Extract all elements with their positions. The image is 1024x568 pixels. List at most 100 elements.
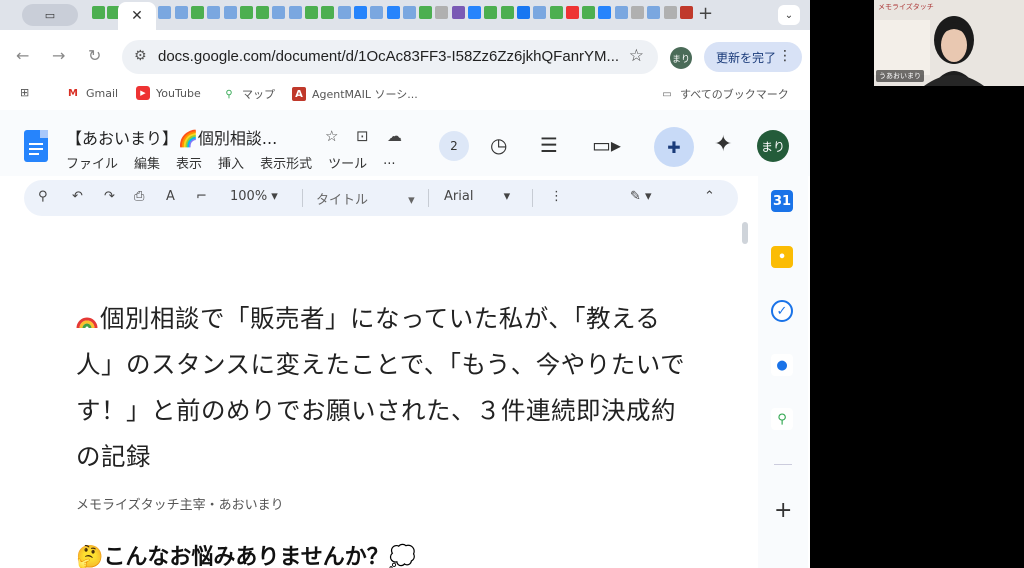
bookmark-agentmail[interactable]: A AgentMAIL ソーシ... bbox=[292, 86, 418, 102]
pinned-tab-favicon[interactable] bbox=[663, 6, 677, 19]
reload-icon[interactable]: ↻ bbox=[88, 46, 101, 65]
pinned-tab-favicon[interactable] bbox=[321, 6, 335, 19]
site-info-icon[interactable]: ⚙ bbox=[134, 48, 147, 64]
chevron-down-icon: ▾ bbox=[408, 193, 415, 208]
pinned-tab-favicon[interactable] bbox=[516, 6, 530, 19]
pinned-tab-favicon[interactable] bbox=[598, 6, 612, 19]
address-bar[interactable]: ⚙ docs.google.com/document/d/1OcAc83FF3-… bbox=[122, 40, 658, 74]
pinned-tab-favicon[interactable] bbox=[419, 6, 433, 19]
menu-insert[interactable]: 挿入 bbox=[218, 153, 244, 172]
pinned-tab-favicon[interactable] bbox=[533, 6, 547, 19]
search-menus-icon[interactable]: ⚲ bbox=[38, 189, 48, 204]
google-docs-icon[interactable] bbox=[24, 130, 48, 162]
add-addon-icon[interactable]: + bbox=[774, 498, 792, 523]
document-author[interactable]: メモライズタッチ主宰・あおいまり bbox=[76, 494, 696, 513]
heading-text: 個別相談で「販売者」になっていた私が、「教える人」のスタンスに変えたことで、「も… bbox=[76, 304, 686, 471]
editing-mode-icon[interactable]: ✎ ▾ bbox=[630, 189, 652, 204]
comments-icon[interactable]: ☰ bbox=[540, 133, 558, 157]
keep-icon[interactable]: • bbox=[771, 246, 793, 268]
pinned-tab-favicon[interactable] bbox=[500, 6, 514, 19]
menu-more[interactable]: ... bbox=[383, 153, 395, 172]
apps-icon[interactable]: ⊞ bbox=[20, 86, 29, 99]
collaborators-badge[interactable]: 2 bbox=[439, 131, 469, 161]
pinned-tab-favicon[interactable] bbox=[484, 6, 498, 19]
pinned-tab-favicon[interactable] bbox=[305, 6, 318, 19]
close-tab-icon[interactable]: ✕ bbox=[131, 8, 143, 24]
undo-icon[interactable]: ↶ bbox=[72, 189, 83, 204]
pinned-tab-favicon[interactable] bbox=[239, 6, 253, 19]
menu-format[interactable]: 表示形式 bbox=[260, 153, 312, 172]
pinned-tab-favicon[interactable] bbox=[631, 6, 644, 19]
pinned-tab-favicon[interactable] bbox=[468, 6, 481, 19]
pinned-tab-favicon[interactable] bbox=[435, 6, 449, 19]
pinned-tab-favicon[interactable] bbox=[402, 6, 416, 19]
pinned-tab-favicon[interactable] bbox=[549, 6, 563, 19]
document-subheading[interactable]: 🤔こんなお悩みありませんか？💭 bbox=[76, 539, 696, 568]
pinned-tab-favicon[interactable] bbox=[207, 6, 221, 19]
style-select[interactable]: タイトル ▾ bbox=[316, 189, 415, 208]
pinned-tab-favicon[interactable] bbox=[679, 6, 693, 19]
pinned-tab-favicon[interactable] bbox=[582, 6, 596, 19]
tab-search-button[interactable]: ▭ bbox=[22, 4, 78, 26]
maps-icon[interactable]: ⚲ bbox=[771, 408, 793, 430]
cloud-status-icon[interactable]: ☁ bbox=[387, 127, 402, 145]
update-button[interactable]: 更新を完了 ⋮ bbox=[704, 42, 802, 72]
collapse-toolbar-icon[interactable]: ⌃ bbox=[704, 189, 715, 204]
scrollbar[interactable] bbox=[742, 222, 748, 244]
bookmark-youtube[interactable]: ▶ YouTube bbox=[136, 86, 201, 100]
pinned-tab-favicon[interactable] bbox=[386, 6, 400, 19]
document-title[interactable]: 【あおいまり】🌈個別相談... bbox=[66, 125, 277, 149]
pinned-tab-favicon[interactable] bbox=[223, 6, 237, 19]
active-tab[interactable]: ✕ bbox=[118, 2, 156, 30]
pinned-tab-favicon[interactable] bbox=[451, 6, 465, 19]
tab-list-button[interactable]: ⌄ bbox=[778, 5, 800, 25]
pinned-tab-favicon[interactable] bbox=[353, 6, 367, 19]
all-bookmarks-folder[interactable]: ▭ すべてのブックマーク bbox=[660, 86, 789, 102]
redo-icon[interactable]: ↷ bbox=[104, 189, 115, 204]
pinned-tab-favicon[interactable] bbox=[614, 6, 628, 19]
user-avatar[interactable]: まり bbox=[757, 130, 789, 162]
more-icon[interactable]: ⋮ bbox=[778, 48, 792, 64]
contacts-icon[interactable]: ● bbox=[771, 354, 793, 376]
address-url[interactable]: docs.google.com/document/d/1OcAc83FF3-I5… bbox=[158, 48, 619, 65]
paint-format-icon[interactable]: ⌐ bbox=[196, 189, 207, 204]
star-icon[interactable]: ☆ bbox=[325, 127, 338, 145]
bookmark-star-icon[interactable]: ☆ bbox=[629, 46, 644, 66]
pinned-tab-favicon[interactable] bbox=[565, 6, 579, 19]
meet-video-icon[interactable]: ▭▸ bbox=[592, 133, 621, 157]
pinned-tab-favicon[interactable] bbox=[272, 6, 286, 19]
pinned-tab-favicon[interactable] bbox=[92, 6, 105, 19]
profile-avatar[interactable]: まり bbox=[670, 47, 692, 69]
calendar-icon[interactable]: 31 bbox=[771, 190, 793, 212]
document-heading[interactable]: 個別相談で「販売者」になっていた私が、「教える人」のスタンスに変えたことで、「も… bbox=[76, 296, 696, 480]
document-body[interactable]: 個別相談で「販売者」になっていた私が、「教える人」のスタンスに変えたことで、「も… bbox=[76, 296, 696, 568]
move-folder-icon[interactable]: ⊡ bbox=[356, 127, 369, 145]
share-button[interactable]: ✚ bbox=[654, 127, 694, 167]
menu-view[interactable]: 表示 bbox=[176, 153, 202, 172]
back-icon[interactable]: ← bbox=[16, 46, 29, 65]
zoom-select[interactable]: 100% ▾ bbox=[230, 189, 278, 204]
pinned-tab-favicon[interactable] bbox=[370, 6, 384, 19]
pinned-tab-favicon[interactable] bbox=[288, 6, 302, 19]
pinned-tab-favicon[interactable] bbox=[256, 6, 270, 19]
pinned-tab-favicon[interactable] bbox=[174, 6, 188, 19]
print-icon[interactable]: ⎙ bbox=[134, 189, 144, 204]
spellcheck-icon[interactable]: A bbox=[166, 189, 175, 204]
tasks-icon[interactable]: ✓ bbox=[771, 300, 793, 322]
forward-icon[interactable]: → bbox=[52, 46, 65, 65]
version-history-icon[interactable]: ◷ bbox=[490, 133, 507, 157]
menu-tools[interactable]: ツール bbox=[328, 153, 367, 172]
pinned-tab-favicon[interactable] bbox=[190, 6, 204, 19]
new-tab-button[interactable]: + bbox=[698, 3, 713, 24]
font-select[interactable]: Arial ▾ bbox=[444, 189, 510, 204]
bookmark-gmail[interactable]: M Gmail bbox=[66, 86, 118, 100]
menu-file[interactable]: ファイル bbox=[66, 153, 118, 172]
pinned-tab-favicon[interactable] bbox=[337, 6, 351, 19]
menu-edit[interactable]: 編集 bbox=[134, 153, 160, 172]
bookmark-label: Gmail bbox=[86, 86, 119, 100]
more-tools-icon[interactable]: ⋮ bbox=[550, 189, 563, 204]
pinned-tab-favicon[interactable] bbox=[158, 6, 172, 19]
pinned-tab-favicon[interactable] bbox=[647, 6, 661, 19]
bookmark-maps[interactable]: ⚲ マップ bbox=[222, 86, 275, 102]
gemini-icon[interactable]: ✦ bbox=[714, 132, 732, 157]
